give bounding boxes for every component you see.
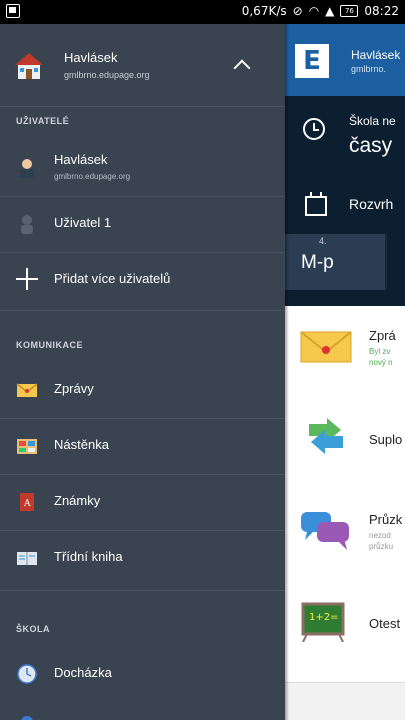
app-header-subtitle: gmlbrno. — [351, 64, 387, 74]
user-silhouette-icon — [21, 215, 33, 234]
school-section-header: ŠKOLA — [16, 624, 50, 634]
nav-item-label: Známky — [54, 493, 101, 508]
user-avatar-icon — [20, 159, 34, 178]
lesson-divider — [385, 234, 387, 290]
lesson-subject: M-p — [301, 252, 334, 273]
test-card[interactable]: 1+2= Otest — [285, 582, 405, 683]
schedule-status-line1: Škola ne — [349, 114, 396, 128]
timetable-label[interactable]: Rozvrh — [349, 196, 393, 212]
schedule-status-line2: časy — [349, 134, 393, 157]
lesson-number: 4. — [319, 236, 327, 246]
communication-section-header: KOMUNIKACE — [16, 340, 83, 350]
chat-bubbles-icon — [301, 512, 349, 550]
nav-item-label: Nástěnka — [54, 437, 109, 452]
user-url: gmlbrno.edupage.org — [54, 172, 131, 181]
divider — [0, 310, 285, 311]
drawer-shadow — [285, 24, 289, 720]
user-name: Uživatel 1 — [54, 215, 112, 230]
user-item-havlasek[interactable]: Havlásek gmlbrno.edupage.org — [0, 140, 285, 196]
user-item-uzivatel-1[interactable]: Uživatel 1 — [0, 196, 285, 252]
clock-time: 08:22 — [364, 4, 399, 18]
edupage-logo-icon: E — [295, 44, 329, 78]
app-header-title: Havlásek — [351, 48, 401, 62]
user-name: Havlásek — [54, 152, 108, 167]
schedule-panel: Škola ne časy Rozvrh 4. M-p — [285, 96, 405, 306]
plus-icon — [16, 268, 38, 290]
status-right: 0,67K/s ⊘ ◠ ▲ 76 08:22 — [242, 4, 399, 18]
account-header[interactable]: Havlásek gmlbrno.edupage.org — [0, 24, 285, 106]
svg-text:1+2=: 1+2= — [309, 612, 338, 623]
screenshot-icon — [6, 4, 20, 18]
survey-card-sub2: průzku — [369, 542, 394, 551]
envelope-icon — [300, 331, 352, 363]
nav-item-tridni-kniha[interactable]: Třídní kniha — [0, 530, 285, 586]
messages-card-title: Zprá — [369, 328, 396, 343]
substitution-card[interactable]: Suplo — [285, 398, 405, 491]
add-users-label: Přidat více uživatelů — [54, 271, 171, 286]
lesson-cell[interactable]: 4. M-p — [285, 234, 385, 290]
add-users-item[interactable]: Přidat více uživatelů — [0, 252, 285, 308]
noticeboard-icon — [17, 439, 37, 454]
nav-item-znamky[interactable]: A Známky — [0, 474, 285, 530]
messages-card[interactable]: Zprá Byl zv nový n — [285, 306, 405, 399]
divider — [0, 590, 285, 591]
survey-card[interactable]: Průzk nezod průzku — [285, 490, 405, 583]
messages-card-sub2: nový n — [369, 358, 393, 367]
partial-icon — [21, 716, 33, 720]
wifi-icon: ◠ — [308, 4, 320, 18]
svg-text:A: A — [23, 499, 31, 509]
test-card-title: Otest — [369, 616, 401, 631]
survey-card-sub1: nezod — [369, 531, 391, 540]
envelope-icon — [16, 383, 38, 397]
network-speed: 0,67K/s — [241, 4, 287, 18]
signal-icon: ▲ — [325, 4, 335, 18]
account-url: gmlbrno.edupage.org — [64, 70, 150, 80]
nav-item-nastenka[interactable]: Nástěnka — [0, 418, 285, 474]
nav-item-label: Zprávy — [54, 381, 94, 396]
calendar-icon — [305, 192, 327, 216]
battery-icon: 76 — [340, 5, 359, 17]
messages-card-sub1: Byl zv — [369, 347, 391, 356]
nav-item-zpravy[interactable]: Zprávy — [0, 362, 285, 418]
school-house-icon — [15, 53, 43, 79]
navigation-drawer: Havlásek gmlbrno.edupage.org UŽIVATELÉ H… — [0, 24, 285, 720]
swap-arrows-icon — [309, 418, 343, 454]
divider — [0, 106, 285, 107]
background-app: E Havlásek gmlbrno. Škola ne časy Rozvrh… — [285, 24, 405, 720]
nav-item-label: Třídní kniha — [54, 549, 123, 564]
attendance-clock-icon — [17, 664, 37, 684]
survey-card-title: Průzk — [369, 512, 403, 527]
account-name: Havlásek — [64, 50, 118, 65]
chalkboard-icon: 1+2= — [301, 602, 345, 642]
substitution-card-title: Suplo — [369, 432, 403, 447]
users-section-header: UŽIVATELÉ — [16, 116, 70, 126]
status-bar: 0,67K/s ⊘ ◠ ▲ 76 08:22 — [0, 0, 405, 24]
data-off-icon: ⊘ — [292, 4, 303, 18]
nav-item-label: Docházka — [54, 665, 112, 680]
class-register-icon — [17, 552, 37, 565]
chevron-up-icon[interactable] — [233, 59, 251, 77]
nav-item-dochazka[interactable]: Docházka — [0, 646, 285, 702]
grades-book-icon: A — [20, 493, 34, 511]
app-header: E Havlásek gmlbrno. — [285, 24, 405, 96]
clock-icon — [303, 118, 325, 140]
